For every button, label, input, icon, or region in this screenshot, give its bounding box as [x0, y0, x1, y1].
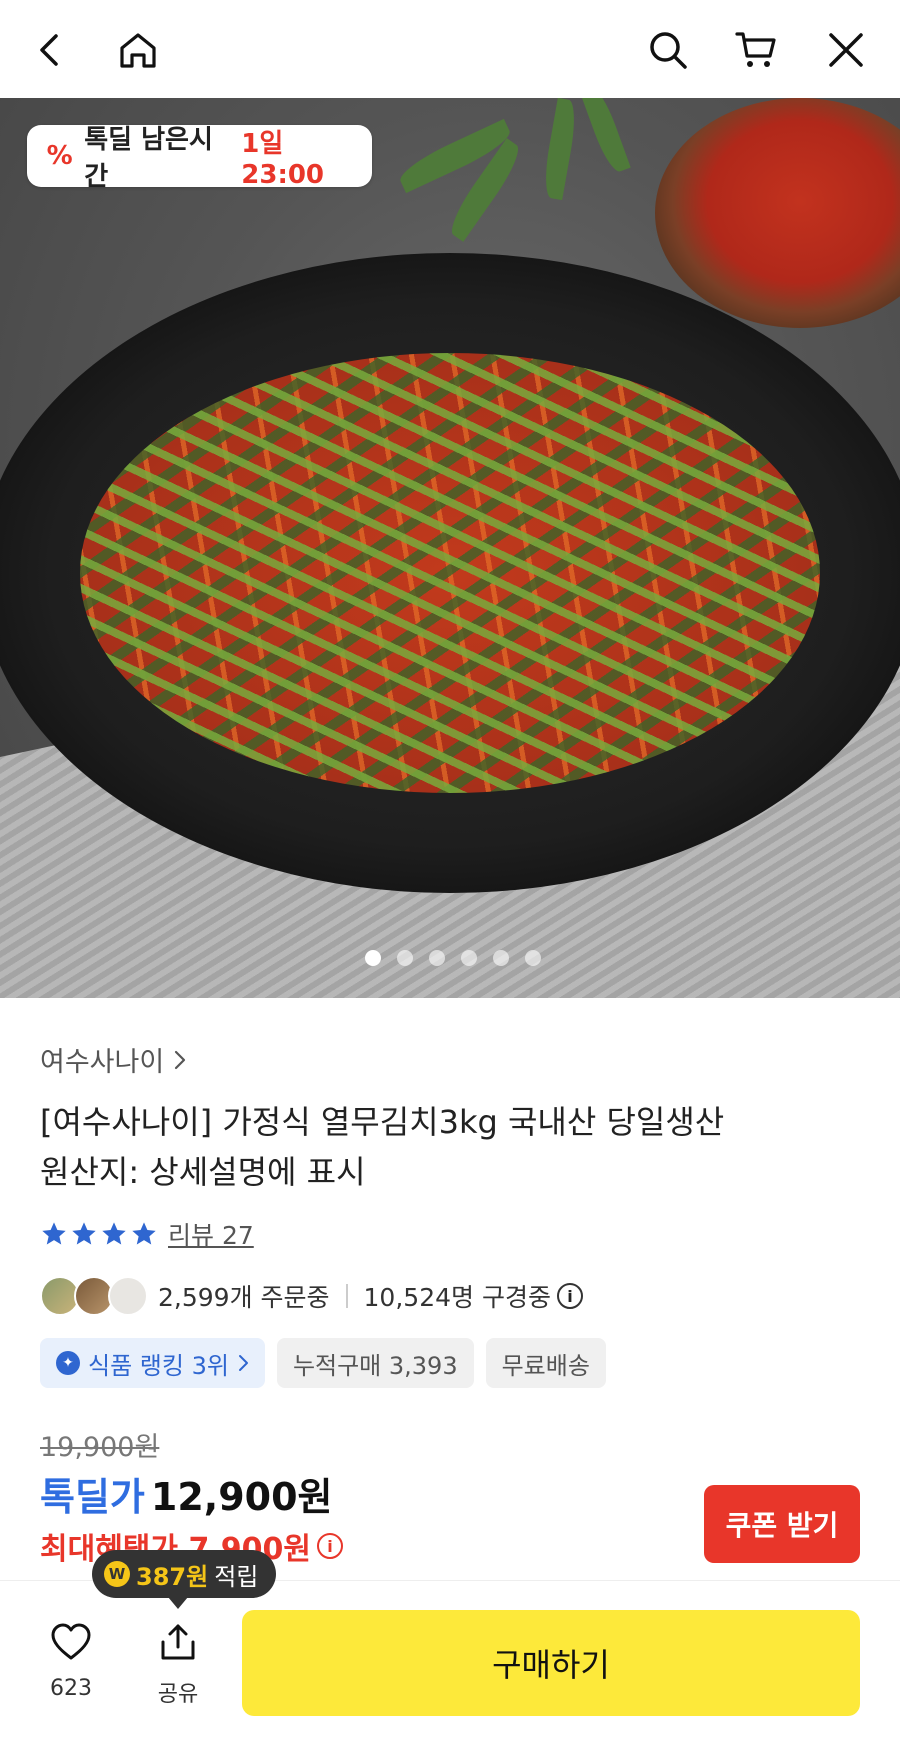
review-link[interactable]: 리뷰 27 — [168, 1216, 254, 1252]
product-title-line: [여수사나이] 가정식 열무김치3kg 국내산 당일생산 — [40, 1103, 725, 1141]
carousel-dot[interactable] — [397, 950, 413, 966]
product-chips: ✦ 식품 랭킹 3위 누적구매 3,393 무료배송 — [40, 1338, 606, 1388]
deal-price-row: 톡딜가 12,900원 — [40, 1466, 333, 1521]
carousel-indicator — [365, 950, 541, 966]
star-icon — [72, 1222, 96, 1245]
carousel-dot[interactable] — [461, 950, 477, 966]
timer-label: 톡딜 남은시간 — [84, 125, 213, 192]
info-icon[interactable]: i — [556, 1283, 583, 1309]
leaf-graphic — [579, 98, 631, 176]
chevron-right-icon — [238, 1355, 248, 1371]
heart-icon — [51, 1623, 91, 1660]
product-origin-line: 원산지: 상세설명에 표시 — [40, 1153, 366, 1191]
like-button[interactable]: 623 — [21, 1620, 121, 1701]
cart-icon[interactable] — [728, 22, 784, 78]
share-button[interactable]: 공유 — [128, 1620, 228, 1708]
coupon-button[interactable]: 쿠폰 받기 — [704, 1485, 860, 1563]
star-icon — [42, 1222, 66, 1245]
chili-powder-bowl-graphic — [655, 98, 900, 328]
buyer-avatars — [40, 1276, 148, 1316]
chevron-right-icon — [175, 1050, 186, 1069]
star-icon — [102, 1222, 126, 1245]
back-icon[interactable] — [22, 22, 78, 78]
deal-label: 톡딜가 — [40, 1475, 145, 1519]
browsing-count: 10,524명 구경중 — [363, 1283, 551, 1312]
carousel-dot[interactable] — [525, 950, 541, 966]
share-label: 공유 — [157, 1682, 199, 1707]
divider — [345, 1284, 348, 1308]
reward-text: 적립 — [214, 1562, 259, 1591]
rating-row: 리뷰 27 — [40, 1216, 254, 1252]
product-title: [여수사나이] 가정식 열무김치3kg 국내산 당일생산 원산지: 상세설명에 … — [40, 1097, 870, 1197]
top-bar — [0, 0, 900, 98]
ranking-chip[interactable]: ✦ 식품 랭킹 3위 — [40, 1338, 265, 1388]
search-icon[interactable] — [640, 22, 696, 78]
seller-link[interactable]: 여수사나이 — [40, 1040, 188, 1079]
deal-timer-badge: % 톡딜 남은시간 1일 23:00 — [27, 125, 372, 192]
ordering-count: 2,599개 주문중 — [158, 1283, 330, 1312]
carousel-dot[interactable] — [429, 950, 445, 966]
rating-stars — [40, 1220, 158, 1248]
free-shipping-chip: 무료배송 — [485, 1338, 606, 1388]
product-image-carousel[interactable] — [0, 98, 900, 998]
carousel-dot[interactable] — [493, 950, 509, 966]
reward-tooltip: W 387원 적립 — [92, 1550, 277, 1598]
deal-price: 12,900원 — [150, 1475, 333, 1519]
info-icon[interactable]: i — [316, 1533, 343, 1559]
avatar — [108, 1276, 148, 1316]
cumulative-purchase-chip: 누적구매 3,393 — [276, 1338, 474, 1388]
coin-icon: W — [104, 1561, 130, 1587]
tooltip-arrow — [168, 1597, 188, 1609]
like-count: 623 — [50, 1676, 92, 1701]
reward-amount: 387원 — [136, 1562, 209, 1591]
share-icon — [161, 1624, 195, 1660]
close-icon[interactable] — [818, 22, 874, 78]
seller-name: 여수사나이 — [40, 1047, 165, 1078]
kimchi-graphic — [80, 353, 820, 793]
star-icon — [132, 1222, 156, 1245]
timer-value: 1일 23:00 — [241, 128, 325, 190]
percent-icon: % — [46, 141, 73, 171]
home-icon[interactable] — [110, 22, 166, 78]
original-price: 19,900원 — [40, 1432, 160, 1463]
social-proof-row: 2,599개 주문중 10,524명 구경중 i — [40, 1276, 583, 1316]
badge-icon: ✦ — [56, 1351, 80, 1375]
buy-button[interactable]: 구매하기 — [242, 1610, 860, 1716]
leaf-graphic — [540, 98, 580, 201]
ranking-label: 식품 랭킹 3위 — [88, 1351, 229, 1380]
carousel-dot[interactable] — [365, 950, 381, 966]
